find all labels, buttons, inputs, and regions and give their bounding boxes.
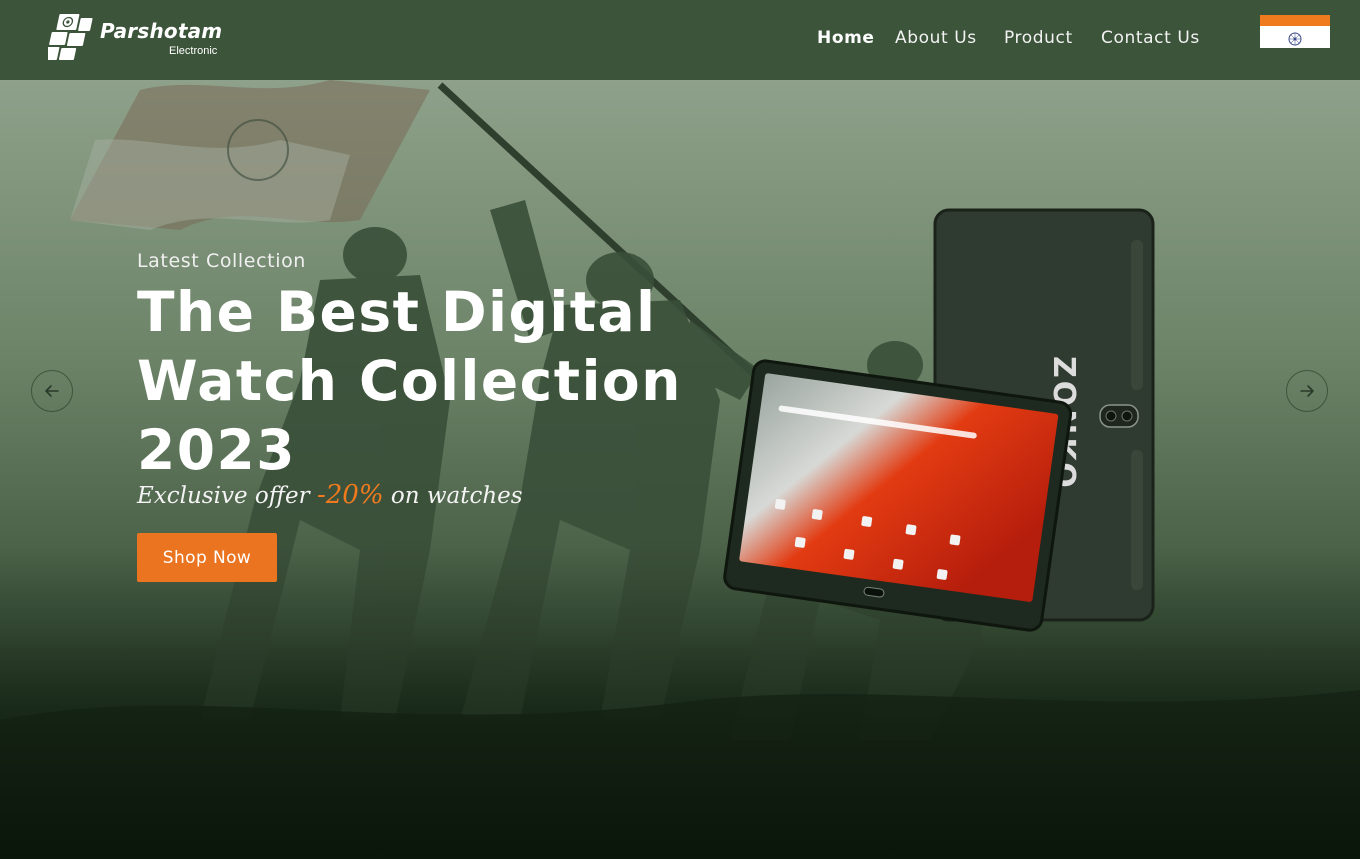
nav-item-contact-us[interactable]: Contact Us bbox=[1101, 28, 1200, 48]
hero-eyebrow: Latest Collection bbox=[137, 250, 306, 272]
hero-offer: Exclusive offer -20% on watches bbox=[137, 480, 523, 510]
slider-prev-button[interactable] bbox=[31, 370, 73, 412]
india-flag-icon[interactable] bbox=[1260, 15, 1330, 48]
site-header: Parshotam Electronic Home About Us Produ… bbox=[0, 0, 1360, 80]
offer-percent: -20% bbox=[316, 480, 384, 510]
brand-logo[interactable]: Parshotam Electronic bbox=[48, 12, 238, 64]
brand-tagline: Electronic bbox=[169, 45, 218, 57]
arrow-right-icon bbox=[1300, 385, 1314, 397]
arrow-left-icon bbox=[45, 385, 59, 397]
slider-next-button[interactable] bbox=[1286, 370, 1328, 412]
nav-item-about-us[interactable]: About Us bbox=[895, 28, 977, 48]
shop-now-button[interactable]: Shop Now bbox=[137, 533, 277, 582]
nav-item-home[interactable]: Home bbox=[817, 28, 875, 48]
offer-suffix: on watches bbox=[383, 483, 523, 509]
page: Parshotam Electronic Home About Us Produ… bbox=[0, 0, 1360, 859]
hero-headline-line-2: Watch Collection bbox=[137, 349, 682, 413]
hero-headline: The Best Digital Watch Collection 2023 bbox=[137, 278, 757, 485]
chip-logo-icon bbox=[48, 14, 93, 60]
offer-prefix: Exclusive offer bbox=[137, 483, 317, 509]
hero-headline-line-1: The Best Digital bbox=[137, 280, 657, 344]
nav-item-product[interactable]: Product bbox=[1004, 28, 1073, 48]
tablet-front-image bbox=[723, 359, 1073, 632]
hero-headline-line-3: 2023 bbox=[137, 418, 297, 482]
brand-name: Parshotam bbox=[100, 19, 223, 43]
hero-slider: ZONKO bbox=[0, 80, 1360, 859]
